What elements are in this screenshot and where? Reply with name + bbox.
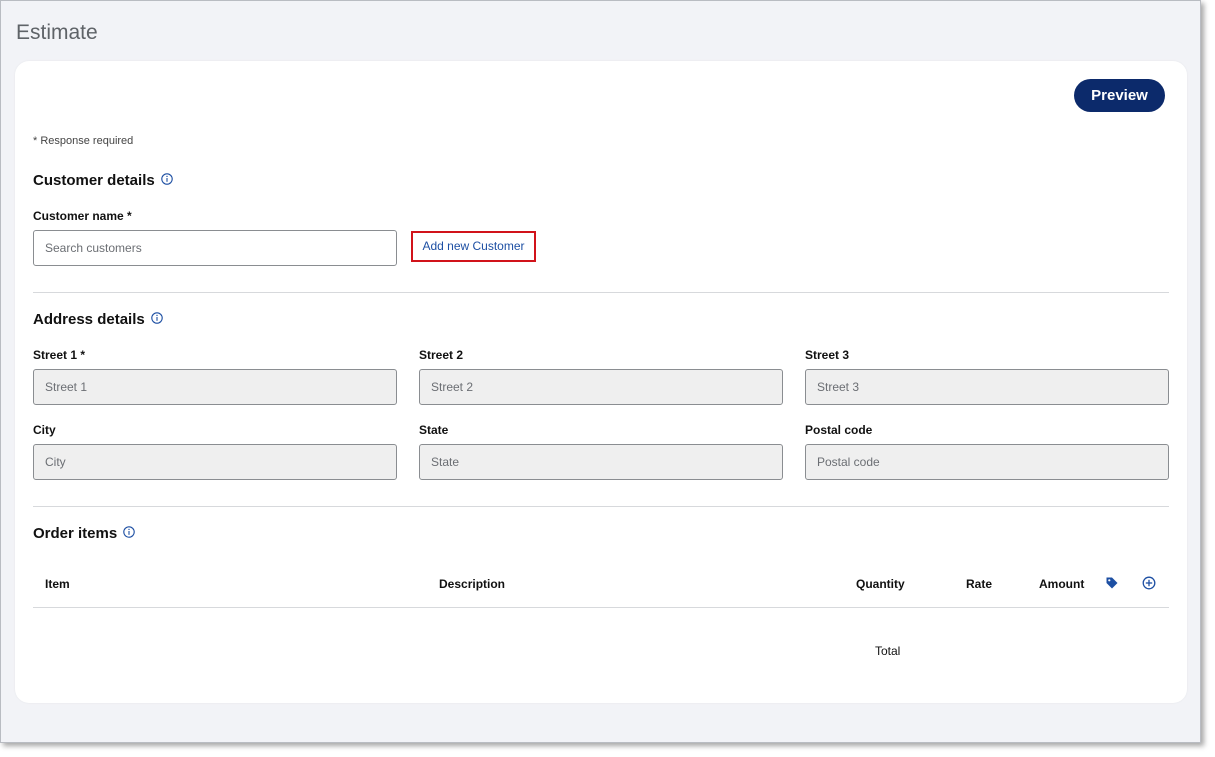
address-details-title: Address details bbox=[33, 311, 145, 328]
street2-label: Street 2 bbox=[419, 348, 464, 362]
street3-label: Street 3 bbox=[805, 348, 850, 362]
add-new-customer-link[interactable]: Add new Customer bbox=[411, 231, 536, 262]
state-label: State bbox=[419, 423, 449, 437]
street2-input[interactable] bbox=[419, 369, 783, 405]
add-item-icon[interactable] bbox=[1142, 576, 1156, 590]
column-header-rate: Rate bbox=[966, 577, 993, 591]
app-frame: Estimate Preview * Response required Cus… bbox=[0, 0, 1201, 743]
postal-code-label: Postal code bbox=[805, 423, 873, 437]
customer-details-title: Customer details bbox=[33, 172, 155, 189]
state-input[interactable] bbox=[419, 444, 783, 480]
postal-code-input[interactable] bbox=[805, 444, 1169, 480]
customer-search-input[interactable] bbox=[33, 230, 397, 266]
column-header-item: Item bbox=[45, 577, 70, 591]
customer-name-label: Customer name * bbox=[33, 209, 132, 223]
page-title: Estimate bbox=[16, 21, 98, 44]
info-icon[interactable] bbox=[123, 525, 135, 538]
street3-input[interactable] bbox=[805, 369, 1169, 405]
section-divider bbox=[33, 506, 1169, 507]
order-items-heading: Order items bbox=[33, 525, 135, 542]
city-input[interactable] bbox=[33, 444, 397, 480]
street1-label: Street 1 * bbox=[33, 348, 86, 362]
total-label: Total bbox=[875, 644, 901, 658]
customer-details-heading: Customer details bbox=[33, 172, 173, 189]
section-divider bbox=[33, 292, 1169, 293]
column-header-description: Description bbox=[439, 577, 506, 591]
column-header-amount: Amount bbox=[1039, 577, 1085, 591]
info-icon[interactable] bbox=[150, 311, 163, 324]
required-note: * Response required bbox=[33, 135, 134, 147]
column-header-quantity: Quantity bbox=[856, 577, 905, 591]
city-label: City bbox=[33, 423, 56, 437]
order-items-title: Order items bbox=[33, 525, 118, 542]
table-header-divider bbox=[33, 607, 1169, 608]
address-details-heading: Address details bbox=[33, 311, 163, 328]
street1-input[interactable] bbox=[33, 369, 397, 405]
preview-button[interactable]: Preview bbox=[1074, 79, 1165, 112]
tag-icon[interactable] bbox=[1105, 576, 1119, 590]
info-icon[interactable] bbox=[160, 172, 173, 185]
estimate-form-card: Preview * Response required Customer det… bbox=[15, 61, 1187, 703]
